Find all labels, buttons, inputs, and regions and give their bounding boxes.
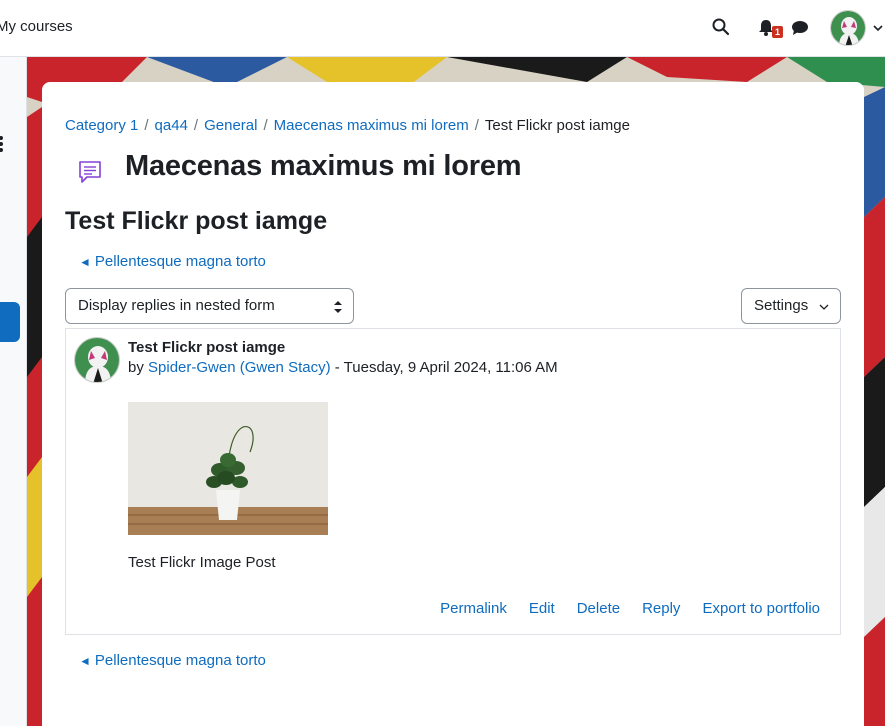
breadcrumb-item-forum[interactable]: Maecenas maximus mi lorem <box>274 117 469 134</box>
reply-link[interactable]: Reply <box>642 600 680 617</box>
previous-discussion-link[interactable]: ◄ Pellentesque magna torto <box>79 253 266 270</box>
settings-label: Settings <box>754 297 809 314</box>
post-author-link[interactable]: Spider-Gwen (Gwen Stacy) <box>148 359 331 376</box>
breadcrumb-separator: / <box>193 117 199 134</box>
post-image <box>128 402 328 535</box>
top-navbar: My courses 1 <box>0 0 885 57</box>
delete-link[interactable]: Delete <box>577 600 620 617</box>
breadcrumb-item-course[interactable]: qa44 <box>155 117 188 134</box>
previous-discussion-label: Pellentesque magna torto <box>94 253 266 270</box>
permalink-link[interactable]: Permalink <box>440 600 507 617</box>
author-avatar[interactable] <box>74 337 120 383</box>
discussion-title: Test Flickr post iamge <box>65 207 328 235</box>
export-to-portfolio-link[interactable]: Export to portfolio <box>702 600 820 617</box>
post-byline: by Spider-Gwen (Gwen Stacy) - Tuesday, 9… <box>128 359 558 376</box>
settings-dropdown-button[interactable]: Settings <box>741 288 841 324</box>
chevron-down-icon[interactable] <box>872 22 884 34</box>
breadcrumb-separator: / <box>263 117 268 134</box>
forum-icon <box>79 161 101 183</box>
previous-discussion-link-bottom[interactable]: ◄ Pellentesque magna torto <box>79 652 266 669</box>
user-avatar[interactable] <box>830 10 866 46</box>
forum-post: Test Flickr post iamge by Spider-Gwen (G… <box>65 328 841 635</box>
left-arrow-icon: ◄ <box>79 255 91 269</box>
left-arrow-icon: ◄ <box>79 654 91 668</box>
previous-discussion-label: Pellentesque magna torto <box>94 652 266 669</box>
select-updown-icon <box>334 301 342 313</box>
post-subject: Test Flickr post iamge <box>128 339 286 356</box>
notification-count-badge: 1 <box>772 26 783 38</box>
course-index-drawer <box>0 57 27 726</box>
breadcrumb-separator: / <box>474 117 479 134</box>
chat-icon[interactable] <box>790 18 810 38</box>
breadcrumb-separator: / <box>144 117 149 134</box>
edit-link[interactable]: Edit <box>529 600 555 617</box>
breadcrumb-item-category[interactable]: Category 1 <box>65 117 138 134</box>
breadcrumb-item-current: Test Flickr post iamge <box>484 117 630 134</box>
display-mode-select[interactable]: Display replies in nested form <box>65 288 354 324</box>
chevron-down-icon <box>819 304 829 310</box>
breadcrumb-item-section[interactable]: General <box>204 117 257 134</box>
post-body: Test Flickr Image Post <box>128 554 276 571</box>
main-content-card: Category 1 / qa44 / General / Maecenas maximus… <box>42 82 864 726</box>
search-icon[interactable] <box>711 17 731 37</box>
post-by-label: by <box>128 359 144 376</box>
page-title: Maecenas maximus mi lorem <box>125 150 522 182</box>
drawer-toggle-button[interactable] <box>0 302 20 342</box>
post-actions: Permalink Edit Delete Reply Export to portfo… <box>418 600 820 617</box>
kebab-menu-icon[interactable] <box>0 135 4 153</box>
breadcrumb: Category 1 / qa44 / General / Maecenas maximus… <box>65 117 630 134</box>
post-date: - Tuesday, 9 April 2024, 11:06 AM <box>334 359 558 376</box>
nav-my-courses[interactable]: My courses <box>0 18 73 35</box>
display-mode-selected: Display replies in nested form <box>78 297 275 314</box>
